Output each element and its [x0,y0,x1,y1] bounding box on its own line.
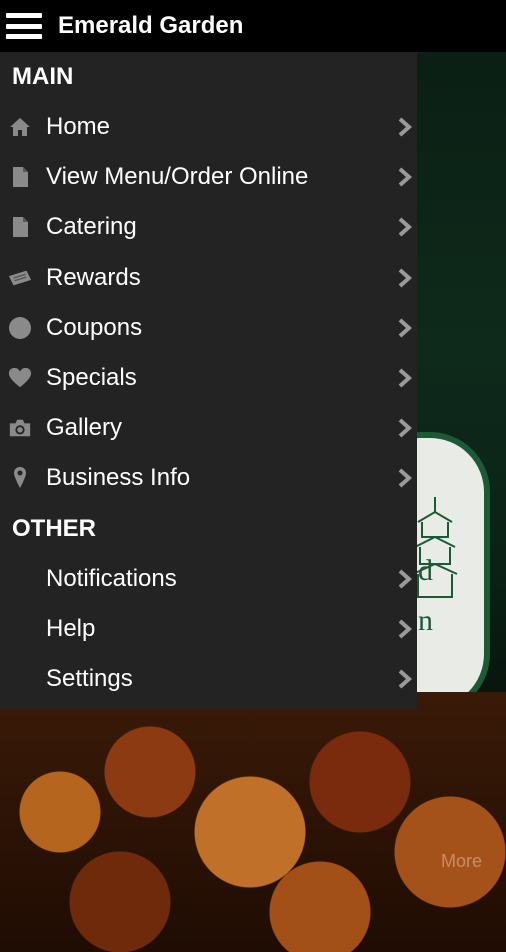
heart-icon [8,366,32,390]
chevron-right-icon [398,468,413,488]
app-bar: Emerald Garden [0,0,506,52]
chevron-right-icon [398,569,413,589]
nav-item-coupons[interactable]: Coupons [0,303,417,353]
nav-item-label: Coupons [46,313,143,341]
chevron-right-icon [398,418,413,438]
chevron-right-icon [398,368,413,388]
nav-item-label: Notifications [46,564,177,592]
chevron-right-icon [398,117,413,137]
nav-item-rewards[interactable]: Rewards [0,253,417,303]
nav-item-business-info[interactable]: Business Info [0,453,417,503]
chevron-right-icon [398,268,413,288]
nav-item-catering[interactable]: Catering [0,202,417,252]
nav-item-home[interactable]: Home [0,102,417,152]
chevron-right-icon [398,167,413,187]
emblem-letters: d [418,554,433,587]
more-label[interactable]: More [441,851,482,872]
home-icon [8,115,32,139]
emblem-letters: n [418,604,433,637]
chevron-right-icon [398,318,413,338]
chevron-right-icon [398,619,413,639]
nav-item-label: Gallery [46,414,123,442]
camera-icon [8,416,32,440]
nav-item-settings[interactable]: Settings [0,654,417,704]
nav-item-notifications[interactable]: Notifications [0,554,417,604]
document-icon [8,215,32,239]
nav-item-label: Settings [46,664,133,692]
nav-item-label: Specials [46,364,137,392]
section-header-main: MAIN [12,63,74,90]
map-pin-icon [8,466,32,490]
nav-item-label: Help [46,614,96,642]
pagoda-icon [412,497,458,598]
app-title: Emerald Garden [58,12,244,39]
nav-item-label: Business Info [46,464,191,492]
ticket-icon [8,266,32,290]
section-header-other: OTHER [12,514,96,542]
nav-item-help[interactable]: Help [0,604,417,654]
chevron-right-icon [398,669,413,689]
nav-item-label: Home [46,113,111,141]
document-icon [8,165,32,189]
food-photo [0,692,506,952]
nav-item-label: Rewards [46,263,141,291]
hamburger-menu-icon[interactable] [6,13,42,39]
nav-item-view-menu[interactable]: View Menu/Order Online [0,152,417,202]
navigation-drawer: MAIN Home View Menu/Order Online Caterin… [0,52,417,709]
nav-item-label: View Menu/Order Online [46,163,309,191]
chevron-right-icon [398,217,413,237]
nav-item-label: Catering [46,213,137,241]
nav-item-specials[interactable]: Specials [0,353,417,403]
circle-icon [8,316,32,340]
nav-item-gallery[interactable]: Gallery [0,403,417,453]
